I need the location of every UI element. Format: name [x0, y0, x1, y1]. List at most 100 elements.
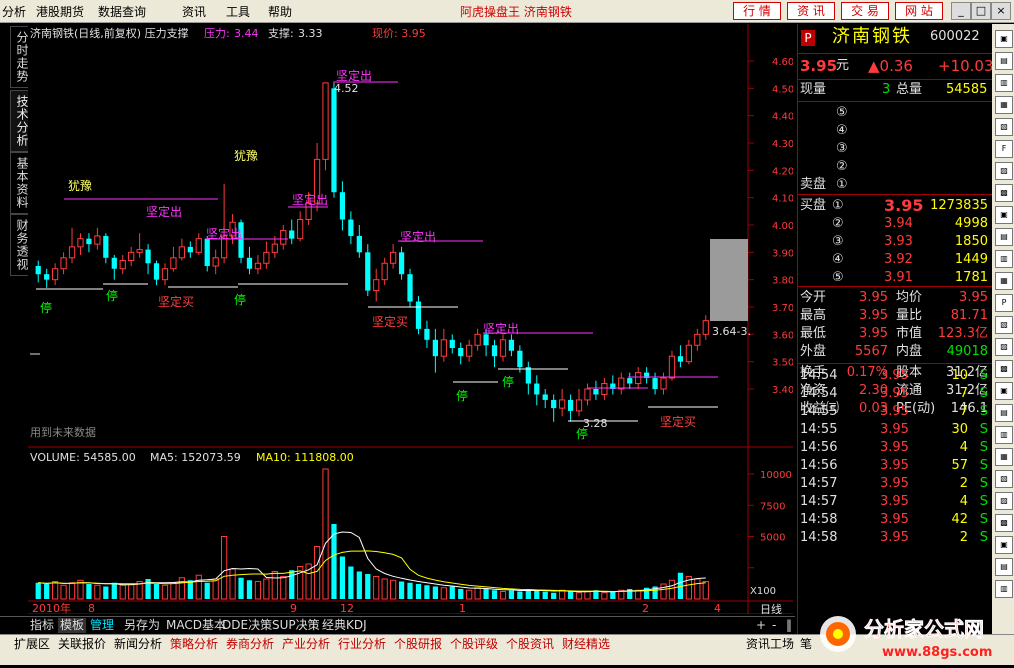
- menu-item-help[interactable]: 帮助: [268, 3, 292, 20]
- menu-item-news[interactable]: 资讯: [182, 3, 206, 20]
- website-button[interactable]: 网 站: [895, 2, 943, 20]
- candle-body: [517, 350, 523, 368]
- news-button[interactable]: 资 讯: [787, 2, 835, 20]
- toolbar-icon-19[interactable]: ▥: [995, 426, 1013, 444]
- nav-related-quote[interactable]: 关联报价: [58, 636, 106, 652]
- toolbar-icon-12[interactable]: ▦: [995, 272, 1013, 290]
- trade-button[interactable]: 交 易: [841, 2, 889, 20]
- chart-svg[interactable]: 济南钢铁(日线,前复权) 压力支撑 压力: 3.44 支撑: 3.33 现价: …: [28, 24, 794, 616]
- toolbar-icon-2[interactable]: ▤: [995, 52, 1013, 70]
- buy-level-row: ③ 3.93 1850: [798, 233, 992, 251]
- toolbar-icon-22[interactable]: ▨: [995, 492, 1013, 510]
- toolbar-icon-1[interactable]: ▣: [995, 30, 1013, 48]
- toolbar-icon-9[interactable]: ▣: [995, 206, 1013, 224]
- candle-body: [390, 251, 397, 264]
- candle-body: [322, 82, 329, 160]
- nav-news-analysis[interactable]: 新闻分析: [114, 636, 162, 652]
- maximize-button[interactable]: □: [971, 2, 991, 20]
- toolbar-icon-20[interactable]: ▦: [995, 448, 1013, 466]
- menu-item-analysis[interactable]: 分析: [2, 3, 26, 20]
- candle-body: [440, 339, 447, 357]
- toolbar-icon-4[interactable]: ▦: [995, 96, 1013, 114]
- volume-scale-label: X100: [750, 586, 776, 597]
- tab-template[interactable]: 模板: [58, 618, 87, 633]
- buy-level-row: ⑤ 3.91 1781: [798, 269, 992, 287]
- menu-item-tools[interactable]: 工具: [226, 3, 250, 20]
- stat-label: 均价: [896, 290, 923, 305]
- tab-dde[interactable]: DDE决策: [220, 618, 274, 633]
- volume-bar: [60, 584, 67, 600]
- price-tick-label: 4.40: [772, 112, 793, 123]
- tick-volume: 4: [959, 494, 968, 509]
- menu-item-hk-futures[interactable]: 港股期货: [36, 3, 84, 20]
- nav-finance-picks[interactable]: 财经精选: [562, 636, 610, 652]
- toolbar-icon-18[interactable]: ▤: [995, 404, 1013, 422]
- menu-item-data-query[interactable]: 数据查询: [98, 3, 146, 20]
- toolbar-icon-17[interactable]: ▣: [995, 382, 1013, 400]
- nav-info-workshop[interactable]: 资讯工场: [746, 636, 794, 652]
- buy-level-volume: 1781: [954, 270, 988, 285]
- toolbar-icon-3[interactable]: ▥: [995, 74, 1013, 92]
- now-volume-label: 现量: [800, 82, 827, 97]
- tab-fundamentals[interactable]: 基本资料: [10, 152, 30, 214]
- toolbar-icon-8[interactable]: ▩: [995, 184, 1013, 202]
- nav-stock-news[interactable]: 个股资讯: [506, 636, 554, 652]
- nav-sector[interactable]: 行业分析: [338, 636, 386, 652]
- volume-bar: [373, 576, 380, 600]
- toolbar-icon-5[interactable]: ▧: [995, 118, 1013, 136]
- toolbar-icon-10[interactable]: ▤: [995, 228, 1013, 246]
- tab-technical[interactable]: 技术分析: [10, 90, 30, 152]
- tab-intraday[interactable]: 分时走势: [10, 26, 30, 88]
- toolbar-icon-6[interactable]: F: [995, 140, 1013, 158]
- toolbar-icon-13[interactable]: P: [995, 294, 1013, 312]
- tab-sup[interactable]: SUP决策: [270, 618, 322, 633]
- zoom-in-button[interactable]: +: [754, 618, 768, 633]
- tab-indicator[interactable]: 指标: [28, 618, 56, 633]
- period-label[interactable]: 日线: [760, 602, 782, 616]
- zoom-out-button[interactable]: -: [770, 618, 778, 633]
- volume-bar: [52, 581, 59, 600]
- toolbar-icon-26[interactable]: ▥: [995, 580, 1013, 598]
- toolbar-icon-21[interactable]: ▧: [995, 470, 1013, 488]
- toolbar-icon-14[interactable]: ▧: [995, 316, 1013, 334]
- toolbar-icon-24[interactable]: ▣: [995, 536, 1013, 554]
- tab-manage[interactable]: 管理: [88, 618, 116, 633]
- nav-industry-chain[interactable]: 产业分析: [282, 636, 330, 652]
- toolbar-icon-25[interactable]: ▤: [995, 558, 1013, 576]
- toolbar-icon-11[interactable]: ▥: [995, 250, 1013, 268]
- toolbar-icon-23[interactable]: ▩: [995, 514, 1013, 532]
- volume-bar: [86, 584, 92, 599]
- split-button[interactable]: ‖: [784, 618, 794, 633]
- tick-price: 3.95: [880, 512, 909, 527]
- buy-book-label: 买盘: [800, 198, 827, 213]
- nav-research[interactable]: 个股研报: [394, 636, 442, 652]
- quote-button[interactable]: 行 情: [733, 2, 781, 20]
- toolbar-icon-15[interactable]: ▨: [995, 338, 1013, 356]
- close-button[interactable]: ×: [991, 2, 1011, 20]
- tab-macd[interactable]: MACD基本: [164, 618, 228, 633]
- toolbar-icon-16[interactable]: ▩: [995, 360, 1013, 378]
- nav-rating[interactable]: 个股评级: [450, 636, 498, 652]
- tick-row: 14:56 3.95 57 S: [798, 457, 992, 475]
- toolbar-icon-7[interactable]: ▨: [995, 162, 1013, 180]
- nav-extension[interactable]: 扩展区: [14, 636, 50, 652]
- tab-save-as[interactable]: 另存为: [122, 618, 162, 633]
- tool-icon-bar: ▣ ▤ ▥ ▦ ▧ F ▨ ▩ ▣ ▤ ▥ ▦ P ▧ ▨ ▩ ▣ ▤ ▥ ▦ …: [992, 24, 1014, 635]
- volume-bar: [238, 577, 244, 599]
- tab-financials[interactable]: 财务透视: [10, 214, 30, 276]
- support-value: 3.33: [298, 27, 323, 40]
- price-tick-label: 4.10: [772, 194, 793, 205]
- candle-body: [119, 260, 126, 270]
- buy-level-row: ② 3.94 4998: [798, 215, 992, 233]
- signal-label: 坚定出: [292, 192, 328, 207]
- candle-body: [584, 388, 591, 401]
- tab-kdj[interactable]: 经典KDJ: [320, 618, 369, 633]
- kline-chart[interactable]: 济南钢铁(日线,前复权) 压力支撑 压力: 3.44 支撑: 3.33 现价: …: [28, 24, 794, 616]
- signal-label: 停: [40, 300, 52, 315]
- nav-strategy[interactable]: 策略分析: [170, 636, 218, 652]
- volume-bar: [204, 582, 210, 599]
- volume-bar: [458, 589, 464, 599]
- nav-broker[interactable]: 券商分析: [226, 636, 274, 652]
- minimize-button[interactable]: _: [951, 2, 971, 20]
- tick-side: S: [979, 404, 988, 419]
